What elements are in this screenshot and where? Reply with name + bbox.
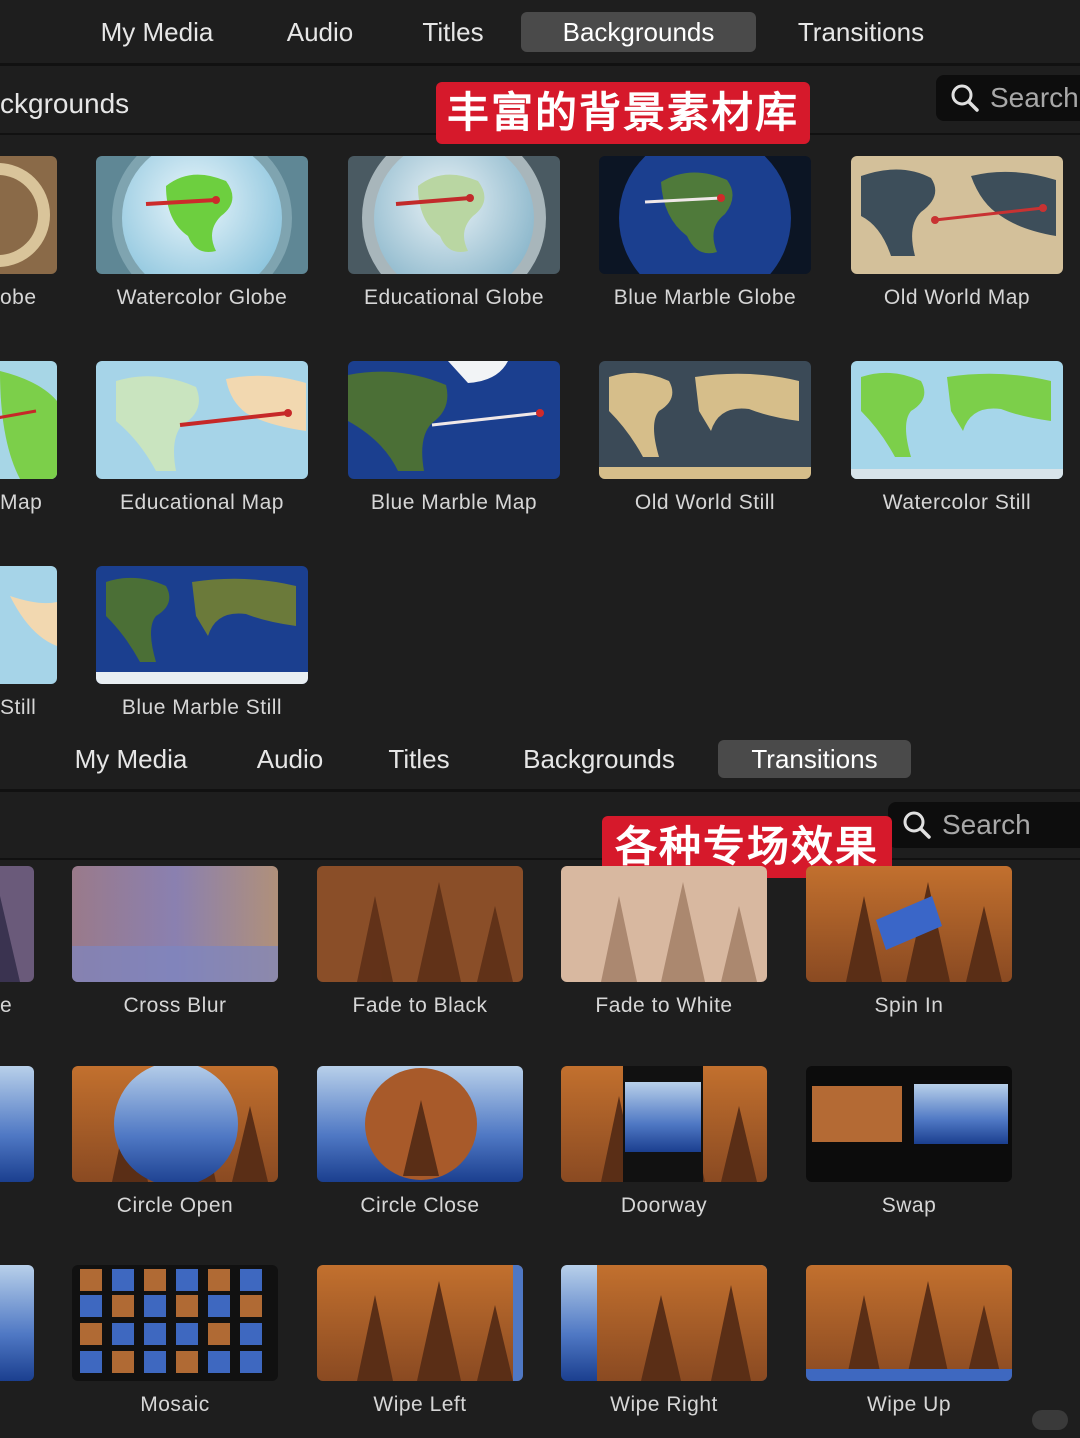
item-label: Still	[0, 696, 37, 719]
educational-map-thumbnail	[96, 361, 308, 479]
item-label: Fade to Black	[352, 994, 488, 1017]
tab-titles[interactable]: Titles	[400, 12, 506, 52]
item-label: Spin In	[874, 994, 944, 1017]
header-divider	[0, 858, 1080, 860]
item-label: Doorway	[620, 1194, 708, 1217]
circle-close-thumbnail	[317, 1066, 523, 1182]
item-label: Map	[0, 491, 43, 514]
search-field[interactable]: Search	[936, 75, 1080, 121]
section-title: ckgrounds	[0, 88, 130, 119]
item-label: Fade to White	[595, 994, 733, 1017]
item-label: Circle Open	[116, 1194, 234, 1217]
item-label: Educational Map	[120, 491, 284, 514]
still-thumbnail	[0, 566, 57, 684]
item-label: Watercolor Globe	[116, 286, 288, 309]
old-world-still-thumbnail	[599, 361, 811, 479]
item-label: Blue Marble Map	[370, 491, 538, 514]
swap-thumbnail	[806, 1066, 1012, 1182]
wipe-left-thumbnail	[317, 1265, 523, 1381]
wipe-up-thumbnail	[806, 1265, 1012, 1381]
transitions-browser: My Media Audio Titles Backgrounds Transi…	[0, 738, 1080, 1438]
search-icon	[903, 811, 931, 839]
watercolor-still-thumbnail	[851, 361, 1063, 479]
tab-divider	[0, 789, 1080, 792]
backgrounds-browser: My Media Audio Titles Backgrounds Transi…	[0, 0, 1080, 738]
spin-in-thumbnail	[806, 866, 1012, 982]
search-icon	[951, 84, 979, 112]
item-label: Wipe Left	[373, 1393, 467, 1416]
tab-backgrounds[interactable]: Backgrounds	[521, 12, 756, 52]
tab-audio[interactable]: Audio	[268, 12, 372, 52]
old-world-map-thumbnail	[851, 156, 1063, 274]
educational-globe-thumbnail	[348, 156, 560, 274]
doorway-thumbnail	[561, 1066, 767, 1182]
tab-my-media[interactable]: My Media	[80, 12, 234, 52]
globe-thumbnail	[0, 156, 57, 274]
item-label: Blue Marble Globe	[613, 286, 797, 309]
watercolor-globe-thumbnail	[96, 156, 308, 274]
partial-thumbnail	[0, 1066, 34, 1182]
item-label: Watercolor Still	[882, 491, 1032, 514]
cross-blur-thumbnail	[72, 866, 278, 982]
fade-to-black-thumbnail	[317, 866, 523, 982]
item-label: Wipe Up	[866, 1393, 952, 1416]
search-field[interactable]: Search	[888, 802, 1080, 848]
promo-banner: 丰富的背景素材库	[436, 82, 810, 144]
wipe-right-thumbnail	[561, 1265, 767, 1381]
fade-to-white-thumbnail	[561, 866, 767, 982]
blue-marble-map-thumbnail	[348, 361, 560, 479]
tab-transitions[interactable]: Transitions	[776, 12, 946, 52]
item-label: e	[0, 994, 13, 1017]
mosaic-thumbnail	[72, 1265, 278, 1381]
tab-audio[interactable]: Audio	[240, 740, 340, 778]
tab-transitions[interactable]: Transitions	[718, 740, 911, 778]
partial-thumbnail	[0, 866, 34, 982]
tab-backgrounds[interactable]: Backgrounds	[500, 740, 698, 778]
search-placeholder: Search	[942, 809, 1031, 840]
tab-divider	[0, 63, 1080, 66]
blue-marble-still-thumbnail	[96, 566, 308, 684]
item-label: Mosaic	[140, 1393, 210, 1416]
item-label: Blue Marble Still	[121, 696, 283, 719]
item-label: obe	[0, 286, 37, 309]
item-label: Old World Map	[883, 286, 1031, 309]
item-label: Wipe Right	[610, 1393, 718, 1416]
media-tab-bar: My Media Audio Titles Backgrounds Transi…	[0, 0, 1080, 64]
search-placeholder: Search	[990, 82, 1079, 113]
media-tab-bar: My Media Audio Titles Backgrounds Transi…	[0, 738, 1080, 790]
item-label: Old World Still	[634, 491, 776, 514]
item-label: Circle Close	[360, 1194, 480, 1217]
blue-marble-globe-thumbnail	[599, 156, 811, 274]
tab-my-media[interactable]: My Media	[56, 740, 206, 778]
partial-thumbnail	[0, 1265, 34, 1381]
item-label: Educational Globe	[363, 286, 545, 309]
watermark-logo	[1032, 1410, 1068, 1430]
item-label: Swap	[881, 1194, 937, 1217]
item-label: Cross Blur	[123, 994, 227, 1017]
map-thumbnail	[0, 361, 57, 479]
tab-titles[interactable]: Titles	[368, 740, 470, 778]
circle-open-thumbnail	[72, 1066, 278, 1182]
